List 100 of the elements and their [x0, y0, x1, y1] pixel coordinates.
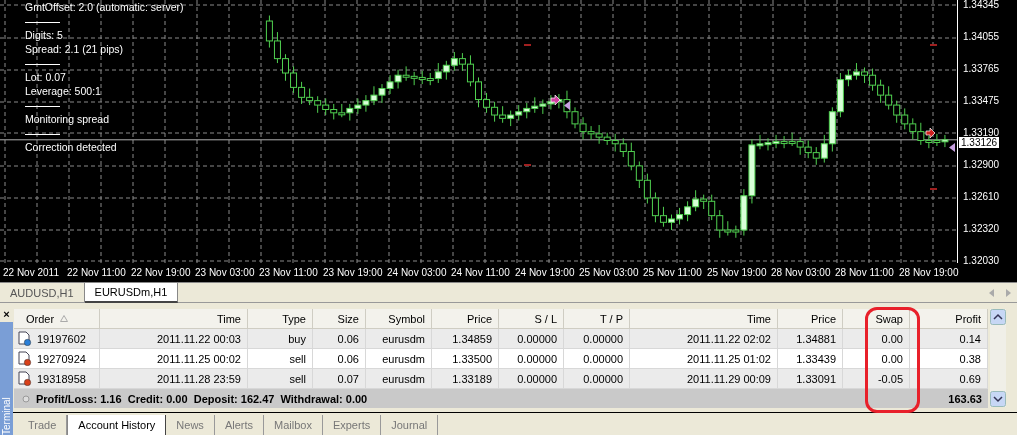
cell-text: 0.06 — [337, 332, 359, 345]
vertical-scrollbar[interactable] — [990, 309, 1006, 407]
time-axis-label: 22 Nov 2011 — [3, 266, 60, 279]
time-axis-label: 28 Nov 11:00 — [835, 266, 895, 279]
time-axis-label: 25 Nov 11:00 — [643, 266, 703, 279]
time-axis-label: 23 Nov 03:00 — [195, 266, 256, 279]
cell-text: 0.06 — [337, 352, 359, 365]
cell-text: 1.33500 — [452, 352, 492, 365]
cell-text: 1.33091 — [796, 372, 836, 385]
chart-info-text: Lot: 0.07 — [25, 70, 67, 84]
triangle-marker-icon — [564, 101, 570, 110]
terminal-tab[interactable]: Account History — [67, 415, 167, 435]
cell-text: sell — [289, 372, 306, 385]
close-button[interactable]: × — [3, 303, 10, 322]
cell-text: 2011.11.22 02:02 — [687, 332, 771, 345]
sort-arrow-icon — [60, 315, 69, 322]
cell-text: 0.00000 — [517, 332, 557, 345]
cell-text: 2011.11.22 00:03 — [157, 332, 241, 345]
scroll-down-icon[interactable] — [990, 391, 1006, 407]
cell-text: 2011.11.25 01:02 — [687, 352, 771, 365]
cell-text: 0.00000 — [583, 332, 623, 345]
price-axis-label: 1.33475 — [962, 95, 1000, 107]
column-header[interactable]: Size — [313, 309, 366, 329]
cell-text: 2011.11.25 00:02 — [157, 352, 241, 365]
column-header[interactable]: Swap — [843, 309, 910, 329]
time-axis-label: 22 Nov 11:00 — [67, 266, 127, 279]
column-header[interactable]: Time — [630, 309, 778, 329]
price-axis-label: 1.32610 — [962, 190, 1000, 202]
cell-text: buy — [288, 332, 306, 345]
chart-info-text: Correction detected — [25, 140, 118, 154]
cell-text: 1.34881 — [796, 332, 836, 345]
price-axis-label: 1.32030 — [962, 255, 1000, 266]
cell-text: 0.00000 — [583, 352, 623, 365]
cell-text: eurusdm — [382, 332, 425, 345]
column-header[interactable]: Price — [778, 309, 843, 329]
chart-info-text: Leverage: 500:1 — [25, 84, 102, 98]
cell-text: eurusdm — [382, 352, 425, 365]
arrow-marker-icon — [925, 127, 936, 139]
cell-text: 0.38 — [959, 352, 981, 365]
column-header[interactable]: Symbol — [366, 309, 432, 329]
terminal-tab[interactable]: News — [166, 415, 215, 435]
time-axis-label: 24 Nov 03:00 — [387, 266, 448, 279]
time-axis-label: 23 Nov 11:00 — [259, 266, 319, 279]
time-axis-label: 24 Nov 19:00 — [515, 266, 576, 279]
cell-text: 1.33439 — [796, 352, 836, 365]
time-axis-label: 28 Nov 03:00 — [771, 266, 832, 279]
column-header[interactable]: Time — [100, 309, 248, 329]
scroll-up-icon[interactable] — [990, 309, 1006, 325]
cell-text: 0.00 — [881, 352, 903, 365]
order-document-icon — [18, 331, 32, 346]
time-axis-label: 28 Nov 19:00 — [899, 266, 960, 279]
cell-text: 19318958 — [37, 372, 86, 385]
price-axis-label: 1.34345 — [962, 0, 1000, 10]
cell-text: sell — [289, 352, 306, 365]
price-axis-label: 1.34055 — [962, 31, 1000, 43]
time-axis-label: 24 Nov 11:00 — [451, 266, 511, 279]
cell-text: 0.00000 — [517, 352, 557, 365]
chart-info-text: GmtOffset: 2.0 (automatic: server) — [25, 0, 184, 14]
column-header[interactable]: Type — [248, 309, 313, 329]
terminal-tab[interactable]: Journal — [381, 415, 439, 435]
triangle-marker-icon — [949, 143, 955, 152]
cell-text: 0.00000 — [583, 372, 623, 385]
arrow-marker-icon — [550, 94, 561, 106]
column-header[interactable]: S / L — [499, 309, 564, 329]
chart-tab[interactable]: EURUSDm,H1 — [84, 283, 179, 303]
summary-text: Profit/Loss: 1.16 Credit: 0.00 Deposit: 162.47 Withdrawal: 0.00 — [36, 392, 368, 405]
chart-info-text: Digits: 5 — [25, 28, 64, 42]
time-axis-label: 25 Nov 03:00 — [579, 266, 640, 279]
chart-info-text: Monitoring spread — [25, 112, 111, 126]
cell-text: 19197602 — [37, 332, 86, 345]
time-axis-label: 22 Nov 19:00 — [131, 266, 192, 279]
terminal-tab[interactable]: Experts — [322, 415, 382, 435]
terminal-title: Terminal — [0, 322, 13, 435]
terminal-tab[interactable]: Mailbox — [264, 415, 323, 435]
time-axis-label: 23 Nov 19:00 — [323, 266, 384, 279]
scroll-right-icon[interactable] — [1006, 288, 1011, 297]
chart-info-text: Spread: 2.1 (21 pips) — [25, 42, 125, 56]
column-header[interactable]: Profit — [910, 309, 988, 329]
cell-text: 0.00000 — [517, 372, 557, 385]
cell-text: 19270924 — [37, 352, 86, 365]
order-document-icon — [18, 371, 32, 386]
cell-text: -0.05 — [877, 372, 903, 385]
cell-text: 0.69 — [959, 372, 981, 385]
price-axis-label: 1.33765 — [962, 63, 1000, 75]
price-axis-label: 1.32900 — [962, 158, 1000, 170]
column-header[interactable]: T / P — [564, 309, 630, 329]
current-price-label: 1.33126 — [959, 137, 1000, 148]
price-axis-label: 1.32320 — [962, 222, 1000, 234]
time-axis-label: 25 Nov 19:00 — [707, 266, 768, 279]
cell-text: 0.07 — [337, 372, 359, 385]
cell-text: 2011.11.29 00:09 — [687, 372, 771, 385]
terminal-tab[interactable]: Alerts — [214, 415, 264, 435]
cell-text: 2011.11.28 23:59 — [157, 372, 241, 385]
column-header[interactable]: Order — [14, 309, 100, 329]
scroll-left-icon[interactable] — [989, 288, 994, 297]
cell-text: 0.14 — [959, 332, 981, 345]
cell-text: 1.34859 — [452, 332, 492, 345]
summary-total: 163.63 — [910, 389, 988, 408]
cell-text: 1.33189 — [452, 372, 492, 385]
column-header[interactable]: Price — [432, 309, 499, 329]
